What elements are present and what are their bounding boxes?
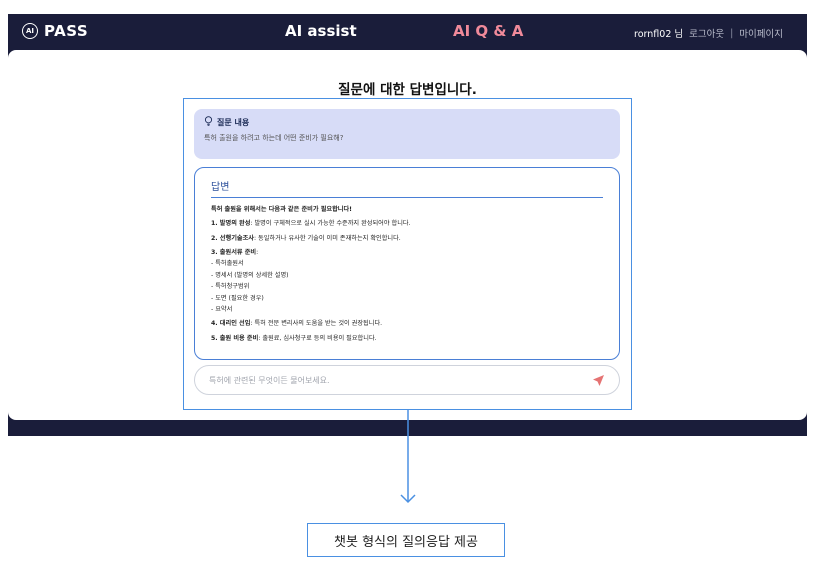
app-frame: AI PASS AI assist AI Q & A rornfl02 님 로그… [8, 14, 807, 436]
answer-item: 5. 출원 비용 준비: 출원료, 심사청구료 등의 비용이 필요합니다. [211, 334, 377, 342]
answer-item: 3. 출원서류 준비: [211, 249, 259, 257]
username: rornfl02 님 [634, 29, 684, 40]
answer-label: 답변 [211, 178, 603, 198]
answer-intro: 특허 출원을 위해서는 다음과 같은 준비가 필요합니다! [211, 206, 352, 213]
main-content: 질문에 대한 답변입니다. 질문 내용 특허 출원을 하려고 하는데 어떤 준비… [8, 50, 807, 420]
question-text: 특허 출원을 하려고 하는데 어떤 준비가 필요해? [204, 134, 344, 142]
document-list-item: - 명세서 (발명의 상세한 설명) [211, 271, 289, 279]
answer-card: 답변 특허 출원을 위해서는 다음과 같은 준비가 필요합니다! 1. 발명의 … [194, 167, 620, 360]
nav-separator: | [730, 27, 734, 39]
lightbulb-icon [204, 116, 213, 128]
send-icon[interactable] [591, 373, 605, 387]
down-arrow-connector [398, 409, 418, 505]
question-header: 질문 내용 [204, 116, 610, 128]
question-input[interactable] [209, 375, 591, 385]
answer-body: 특허 출원을 위해서는 다음과 같은 준비가 필요합니다! 1. 발명의 완성:… [211, 206, 603, 343]
answer-item: 2. 선행기술조사: 동일하거나 유사한 기술이 이미 존재하는지 확인합니다. [211, 234, 401, 242]
top-nav: AI PASS AI assist AI Q & A rornfl02 님 로그… [8, 14, 807, 50]
question-label: 질문 내용 [217, 117, 250, 127]
answer-item: 1. 발명의 완성: 발명이 구체적으로 실시 가능한 수준까지 완성되어야 합… [211, 220, 411, 228]
logout-link[interactable]: 로그아웃 [689, 26, 724, 40]
page-title: 질문에 대한 답변입니다. [338, 82, 477, 98]
answer-item: 4. 대리인 선임: 특허 전문 변리사의 도움을 받는 것이 권장됩니다. [211, 320, 383, 328]
question-card: 질문 내용 특허 출원을 하려고 하는데 어떤 준비가 필요해? [194, 109, 620, 159]
chat-panel-highlight: 질문 내용 특허 출원을 하려고 하는데 어떤 준비가 필요해? 답변 특허 출… [183, 98, 632, 410]
document-list-item: - 특허청구범위 [211, 283, 250, 291]
ai-logo-icon: AI [22, 23, 38, 39]
document-list-item: - 요약서 [211, 305, 233, 313]
user-menu: rornfl02 님 로그아웃 | 마이페이지 [634, 26, 783, 41]
chat-input-bar [194, 365, 620, 395]
document-list-item: - 도면 (필요한 경우) [211, 294, 264, 302]
logo-text: PASS [44, 22, 89, 40]
mypage-link[interactable]: 마이페이지 [739, 26, 783, 40]
feature-caption: 챗봇 형식의 질의응답 제공 [307, 523, 505, 557]
nav-ai-assist[interactable]: AI assist [285, 22, 357, 40]
document-list-item: - 특허출원서 [211, 260, 244, 268]
nav-ai-qa[interactable]: AI Q & A [453, 22, 523, 40]
logo[interactable]: AI PASS [22, 22, 88, 40]
